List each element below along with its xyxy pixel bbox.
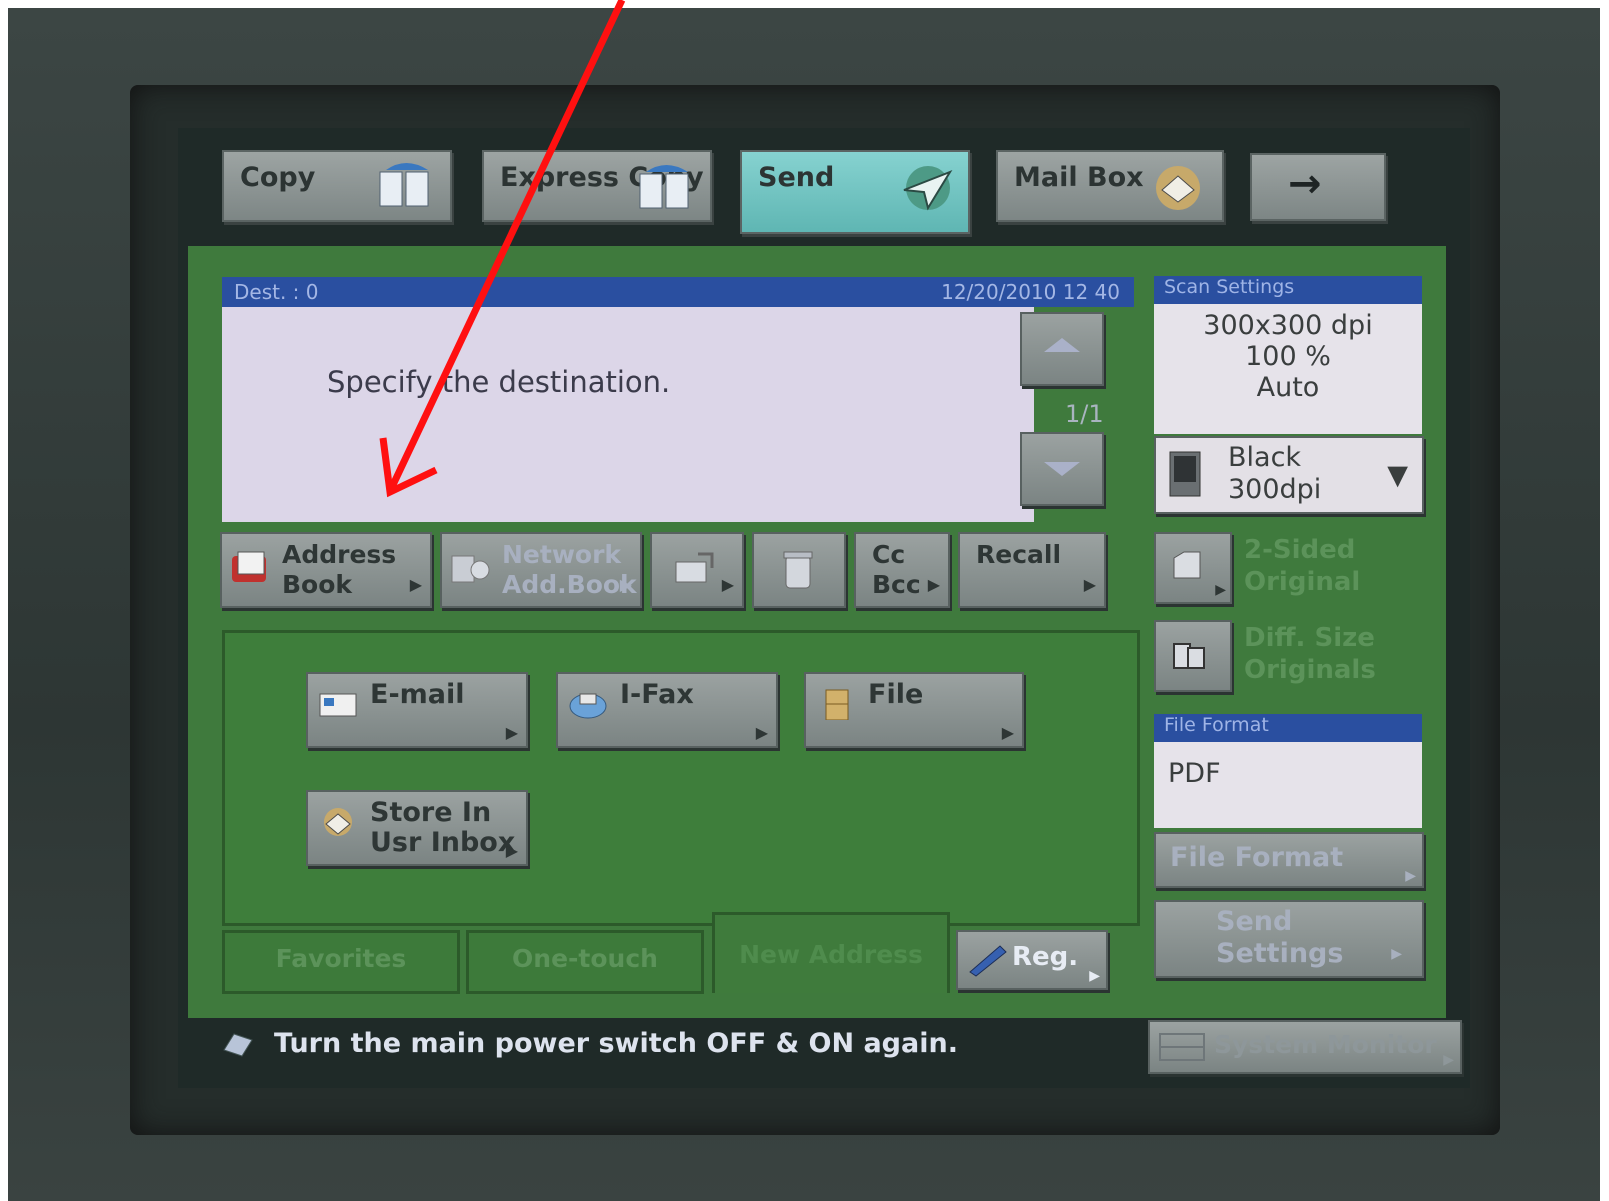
annotation-arrow-shaft [388,0,626,489]
annotation-arrow [379,0,626,498]
